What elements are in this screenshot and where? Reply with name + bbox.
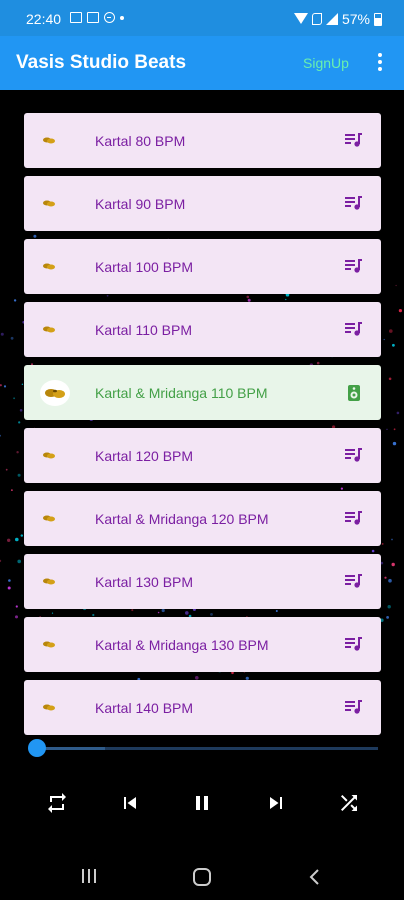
track-item[interactable]: Kartal 130 BPM bbox=[24, 554, 381, 609]
wifi-icon bbox=[293, 13, 308, 25]
track-item[interactable]: Kartal 120 BPM bbox=[24, 428, 381, 483]
signup-button[interactable]: SignUp bbox=[303, 55, 349, 71]
seek-thumb[interactable] bbox=[28, 739, 46, 757]
system-nav-bar bbox=[0, 850, 404, 900]
main-content: Kartal 80 BPM Kartal 90 BPM Kartal 100 BPM… bbox=[0, 90, 404, 850]
playlist-icon[interactable] bbox=[345, 510, 363, 526]
kartal-thumbnail-icon bbox=[42, 636, 56, 648]
app-title: Vasis Studio Beats bbox=[16, 52, 187, 73]
pause-icon[interactable] bbox=[190, 790, 214, 816]
gallery-icon bbox=[70, 12, 82, 23]
playlist-icon[interactable] bbox=[345, 195, 363, 211]
track-item[interactable]: Kartal & Mridanga 130 BPM bbox=[24, 617, 381, 672]
playlist-icon[interactable] bbox=[345, 258, 363, 274]
call-icon bbox=[311, 13, 322, 25]
track-label: Kartal 130 BPM bbox=[95, 574, 194, 590]
skip-previous-icon[interactable] bbox=[118, 790, 142, 816]
shuffle-icon[interactable] bbox=[337, 790, 361, 816]
kartal-thumbnail-icon bbox=[42, 195, 56, 207]
kartal-thumbnail-icon bbox=[42, 573, 56, 585]
kartal-thumbnail-icon bbox=[42, 258, 56, 270]
track-label: Kartal 140 BPM bbox=[95, 700, 194, 716]
track-label: Kartal & Mridanga 130 BPM bbox=[95, 637, 269, 653]
track-item[interactable]: Kartal & Mridanga 120 BPM bbox=[24, 491, 381, 546]
track-label: Kartal 100 BPM bbox=[95, 259, 194, 275]
playlist-icon[interactable] bbox=[345, 573, 363, 589]
track-list: Kartal 80 BPM Kartal 90 BPM Kartal 100 BPM… bbox=[24, 113, 381, 743]
card-icon bbox=[87, 12, 99, 23]
home-icon[interactable] bbox=[192, 868, 212, 886]
kartal-thumbnail-icon bbox=[42, 699, 56, 711]
playlist-icon[interactable] bbox=[345, 447, 363, 463]
track-label: Kartal & Mridanga 120 BPM bbox=[95, 511, 269, 527]
track-item[interactable]: Kartal 140 BPM bbox=[24, 680, 381, 735]
kartal-thumbnail-icon bbox=[42, 510, 56, 522]
player-controls bbox=[0, 790, 404, 820]
kartal-thumbnail-icon bbox=[40, 380, 70, 406]
back-icon[interactable] bbox=[308, 868, 322, 886]
more-vert-icon[interactable] bbox=[376, 53, 384, 73]
dot-icon bbox=[120, 15, 124, 20]
kartal-thumbnail-icon bbox=[42, 132, 56, 144]
track-item[interactable]: Kartal 110 BPM bbox=[24, 302, 381, 357]
track-label: Kartal 80 BPM bbox=[95, 133, 186, 149]
track-item[interactable]: Kartal 90 BPM bbox=[24, 176, 381, 231]
track-item[interactable]: Kartal & Mridanga 110 BPM bbox=[24, 365, 381, 420]
track-label: Kartal 110 BPM bbox=[95, 322, 193, 338]
playlist-icon[interactable] bbox=[345, 699, 363, 715]
app-bar: Vasis Studio Beats SignUp bbox=[0, 36, 404, 90]
signal-icon bbox=[325, 13, 338, 25]
track-item[interactable]: Kartal 80 BPM bbox=[24, 113, 381, 168]
track-label: Kartal 120 BPM bbox=[95, 448, 194, 464]
seek-bar[interactable] bbox=[28, 738, 378, 758]
battery-percent: 57% bbox=[341, 11, 370, 27]
playlist-icon[interactable] bbox=[345, 636, 363, 652]
recents-icon[interactable] bbox=[80, 868, 98, 884]
dnd-icon bbox=[104, 12, 115, 23]
repeat-icon[interactable] bbox=[45, 790, 69, 816]
status-bar: 22:40 57% bbox=[0, 0, 404, 36]
speaker-icon[interactable] bbox=[345, 384, 363, 401]
status-time: 22:40 bbox=[26, 11, 62, 27]
playlist-icon[interactable] bbox=[345, 132, 363, 148]
track-label: Kartal & Mridanga 110 BPM bbox=[95, 385, 268, 401]
kartal-thumbnail-icon bbox=[42, 447, 56, 459]
playlist-icon[interactable] bbox=[345, 321, 363, 337]
battery-icon bbox=[374, 12, 382, 26]
kartal-thumbnail-icon bbox=[42, 321, 56, 333]
skip-next-icon[interactable] bbox=[264, 790, 288, 816]
track-item[interactable]: Kartal 100 BPM bbox=[24, 239, 381, 294]
track-label: Kartal 90 BPM bbox=[95, 196, 186, 212]
